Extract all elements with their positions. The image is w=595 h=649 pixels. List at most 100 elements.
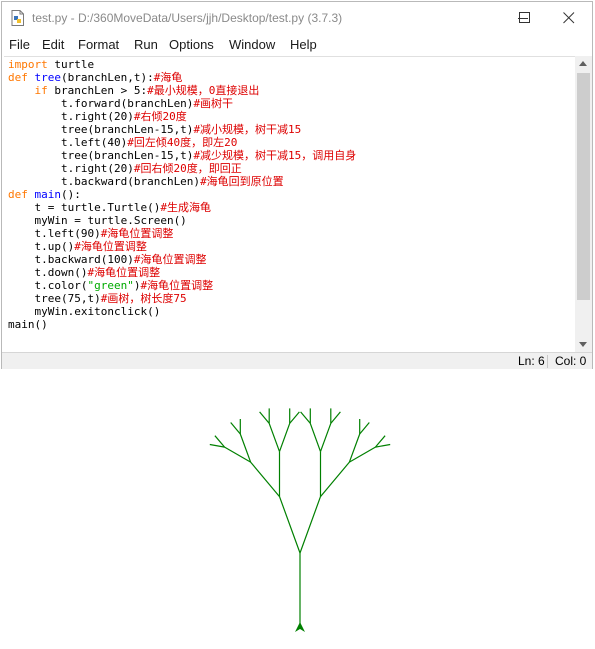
code-line[interactable]: import turtle [8,58,94,71]
code-token: #画树干 [193,97,234,110]
code-token: #生成海龟 [160,201,211,214]
code-line[interactable]: t.backward(100)#海龟位置调整 [8,253,206,266]
menu-window[interactable]: Window [229,37,275,52]
window-title: test.py - D:/360MoveData/Users/jjh/Deskt… [32,11,343,25]
tree-branch [224,446,251,463]
title-bar[interactable]: test.py - D:/360MoveData/Users/jjh/Deskt… [2,2,592,34]
code-token: #右倾20度 [133,110,187,123]
code-token: tree(branchLen-15,t) [8,123,194,136]
code-line[interactable]: def main(): [8,188,81,201]
code-token: t.right(20) [8,110,134,123]
code-line[interactable]: myWin.exitonclick() [8,305,160,318]
code-token: (branchLen,t): [61,71,154,84]
tree-branch [359,422,370,435]
menu-run[interactable]: Run [134,37,158,52]
code-line[interactable]: tree(branchLen-15,t)#减少规模，树干减15，调用自身 [8,149,356,162]
code-line[interactable]: t.right(20)#右倾20度 [8,110,187,123]
tree-branch [300,411,311,424]
code-line[interactable]: t.down()#海龟位置调整 [8,266,160,279]
code-text[interactable]: import turtle def tree(branchLen,t):#海龟 … [8,58,356,331]
menu-edit[interactable]: Edit [42,37,64,52]
code-line[interactable]: t.right(20)#回右倾20度，即回正 [8,162,242,175]
code-token: tree [34,71,62,84]
status-bar: Ln: 6 Col: 0 [2,352,592,369]
code-token: t.left(40) [8,136,128,149]
menu-options[interactable]: Options [169,37,214,52]
code-line[interactable]: t.backward(branchLen)#海龟回到原位置 [8,175,284,188]
scrollbar-thumb[interactable] [577,73,590,300]
code-token: #海龟位置调整 [133,253,207,266]
code-line[interactable]: t = turtle.Turtle()#生成海龟 [8,201,211,214]
code-token: #海龟位置调整 [87,266,161,279]
scroll-up-icon[interactable] [579,61,587,66]
code-token: t.backward(100) [8,253,134,266]
code-line[interactable]: myWin = turtle.Screen() [8,214,187,227]
code-token: (): [61,188,81,201]
code-token: #海龟位置调整 [140,279,214,292]
code-token: main [34,188,62,201]
turtle-canvas[interactable] [0,372,595,649]
status-divider [547,355,548,368]
tree-branch [259,411,270,424]
code-token: def [8,188,28,201]
code-line[interactable]: def tree(branchLen,t):#海龟 [8,71,182,84]
tree-branch [348,433,361,463]
tree-branch [289,411,300,424]
code-token: turtle [47,58,95,71]
code-token: #海龟位置调整 [74,240,147,253]
python-file-icon [11,10,24,26]
code-token: myWin.exitonclick() [8,305,161,318]
tree-branch [239,433,252,463]
maximize-button[interactable] [504,2,550,34]
scroll-down-icon[interactable] [579,342,587,347]
tree-branch [250,461,280,497]
menu-bar: File Edit Format Run Options Window Help [2,34,592,56]
menu-file[interactable]: File [9,37,30,52]
close-button[interactable] [546,2,592,34]
tree-branch [230,422,241,435]
code-token: import [8,58,48,71]
vertical-scrollbar[interactable] [575,56,592,352]
code-token: myWin = turtle.Screen() [8,214,187,227]
code-token: branchLen > 5: [47,84,148,97]
code-token: "green" [87,279,134,292]
code-line[interactable]: if branchLen > 5:#最小规模，0直接退出 [8,84,260,97]
code-token: #最小规模，0直接退出 [147,84,260,97]
code-token: t.color( [8,279,88,292]
code-token: t.down() [8,266,88,279]
code-token: tree(75,t) [8,292,101,305]
code-line[interactable]: t.left(90)#海龟位置调整 [8,227,173,240]
code-line[interactable]: t.left(40)#回左倾40度，即左20 [8,136,237,149]
close-icon [563,12,575,24]
code-token: t.left(90) [8,227,101,240]
code-token: #海龟回到原位置 [200,175,284,188]
code-token: #海龟位置调整 [100,227,174,240]
tree-branch [320,461,350,497]
code-token: #回左倾40度，即左20 [127,136,238,149]
code-token: #海龟 [153,71,183,84]
code-line[interactable]: t.color("green")#海龟位置调整 [8,279,213,292]
code-token: #减小规模，树干减15 [193,123,302,136]
tree-branch [278,496,301,554]
code-line[interactable]: t.forward(branchLen)#画树干 [8,97,233,110]
code-token: t.backward(branchLen) [8,175,201,188]
menu-format[interactable]: Format [78,37,119,52]
code-editor[interactable]: import turtle def tree(branchLen,t):#海龟 … [4,56,575,353]
code-token: main() [8,318,48,331]
code-token: #减少规模，树干减15，调用自身 [193,149,357,162]
code-token: if [34,84,48,97]
column-number: Col: 0 [555,354,587,368]
code-token: tree(branchLen-15,t) [8,149,194,162]
tree-branch [309,423,322,452]
tree-branch [319,423,332,452]
code-line[interactable]: tree(branchLen-15,t)#减小规模，树干减15 [8,123,301,136]
code-token: #画树，树长度75 [100,292,187,305]
code-line[interactable]: tree(75,t)#画树，树长度75 [8,292,187,305]
code-token: t = turtle.Turtle() [8,201,161,214]
code-line[interactable]: main() [8,318,48,331]
code-line[interactable]: t.up()#海龟位置调整 [8,240,147,253]
menu-help[interactable]: Help [290,37,317,52]
tree-branch [349,446,376,463]
